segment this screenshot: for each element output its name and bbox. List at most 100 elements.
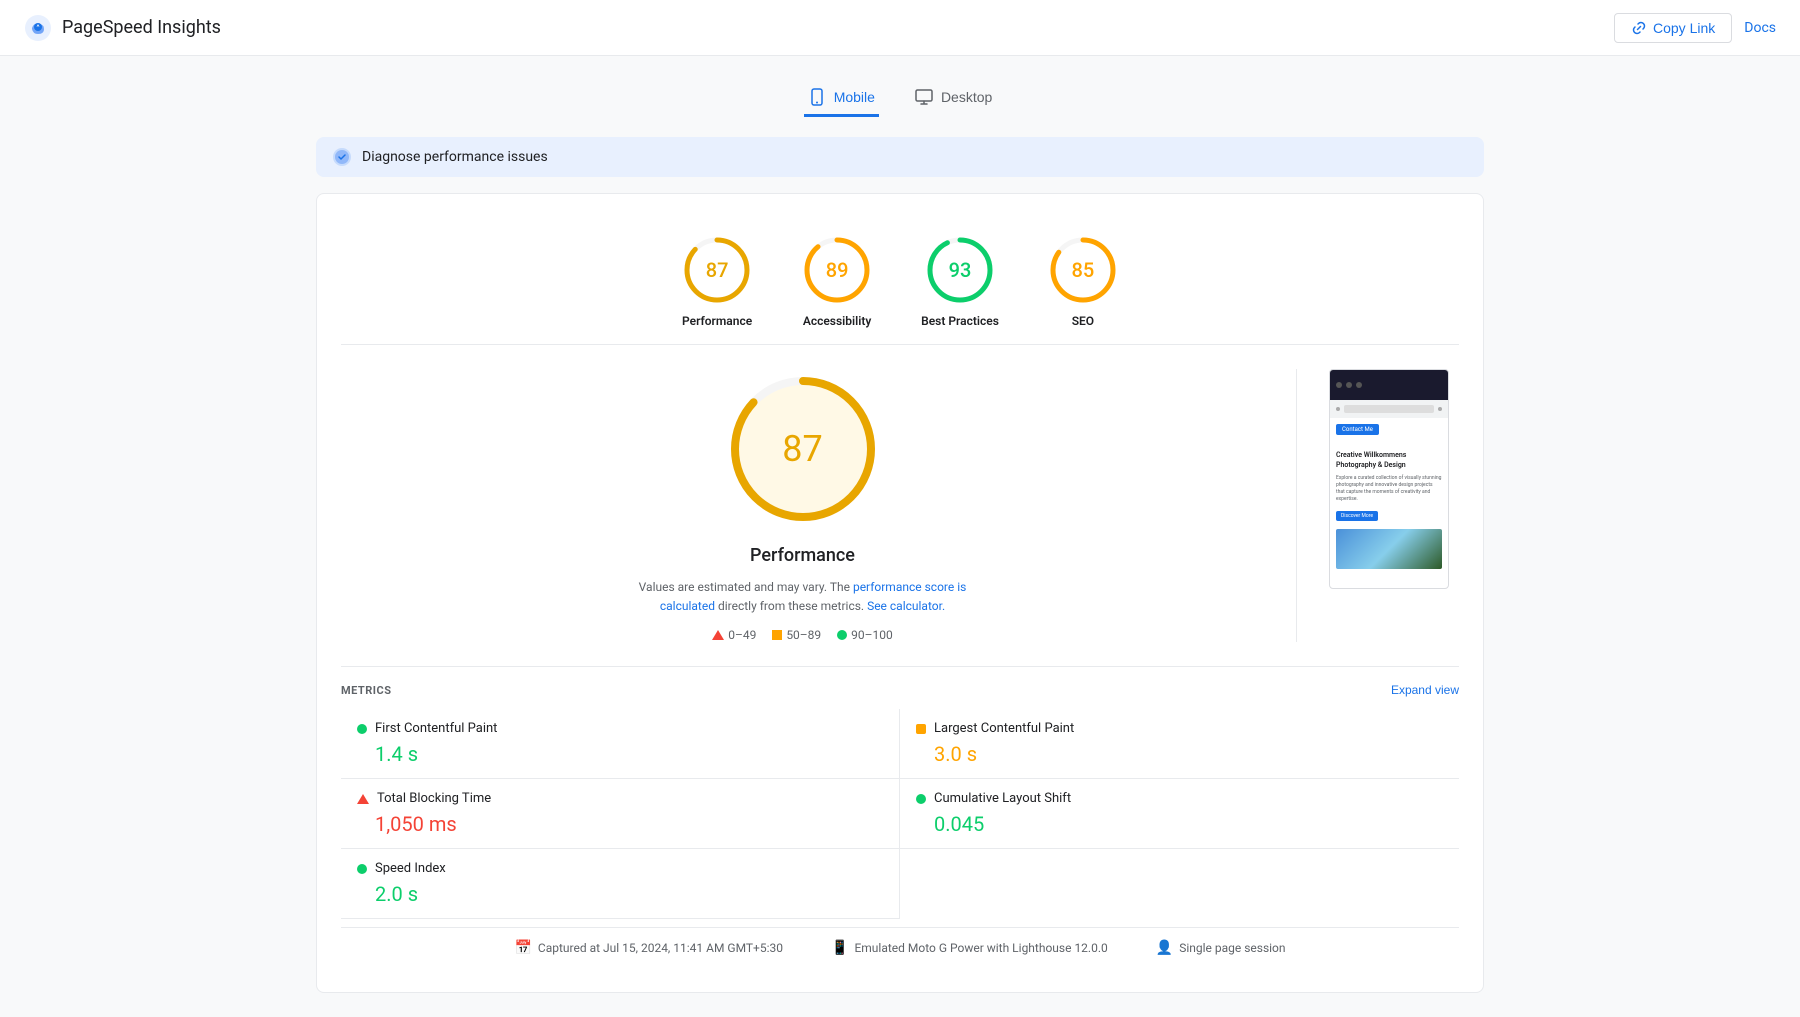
- good-dot-icon: [837, 630, 847, 640]
- emulated-label: Emulated Moto G Power with Lighthouse 12…: [854, 941, 1107, 955]
- main-content: Mobile Desktop Diagnose performance issu…: [300, 56, 1500, 1017]
- metric-si: Speed Index 2.0 s: [341, 849, 900, 919]
- performance-score-value: 87: [706, 258, 729, 282]
- footer-session: 👤 Single page session: [1156, 940, 1286, 956]
- mock-discover-label: Discover More: [1336, 511, 1378, 521]
- metric-tbt-name-row: Total Blocking Time: [357, 791, 883, 806]
- tbt-indicator-triangle: [357, 794, 369, 804]
- desktop-tab-label: Desktop: [941, 89, 992, 105]
- lcp-value: 3.0 s: [916, 742, 1443, 766]
- copy-link-button[interactable]: Copy Link: [1614, 13, 1732, 43]
- mock-page-image: [1336, 529, 1442, 569]
- metrics-title: METRICS: [341, 684, 391, 697]
- performance-detail: 87 Performance Values are estimated and …: [341, 369, 1459, 642]
- performance-description: Values are estimated and may vary. The p…: [613, 578, 993, 616]
- mock-url-bar: [1344, 405, 1434, 413]
- link-icon: [1631, 20, 1647, 36]
- mock-browser-header: [1330, 370, 1448, 400]
- mock-cta-button: Contact Me: [1336, 424, 1379, 435]
- fail-triangle-icon: [712, 630, 724, 640]
- score-legend: 0–49 50–89 90–100: [712, 628, 893, 642]
- seo-score-ring: 85: [1047, 234, 1119, 306]
- lcp-indicator-square: [916, 724, 926, 734]
- legend-good-label: 90–100: [851, 628, 893, 642]
- accessibility-label: Accessibility: [803, 314, 872, 328]
- mock-nav-bar: [1330, 400, 1448, 418]
- legend-fail-label: 0–49: [728, 628, 756, 642]
- accessibility-score-ring: 89: [801, 234, 873, 306]
- average-square-icon: [772, 630, 782, 640]
- device-tabs: Mobile Desktop: [316, 80, 1484, 117]
- metric-fcp: First Contentful Paint 1.4 s: [341, 709, 900, 779]
- seo-label: SEO: [1072, 314, 1094, 328]
- header-actions: Copy Link Docs: [1614, 13, 1776, 43]
- legend-good: 90–100: [837, 628, 893, 642]
- category-seo[interactable]: 85 SEO: [1047, 234, 1119, 328]
- mock-dot-1: [1336, 382, 1342, 388]
- metrics-section: METRICS Expand view First Contentful Pai…: [341, 666, 1459, 919]
- si-value: 2.0 s: [357, 882, 883, 906]
- docs-link[interactable]: Docs: [1744, 20, 1776, 36]
- cls-label: Cumulative Layout Shift: [934, 791, 1071, 806]
- diagnose-text: Diagnose performance issues: [362, 149, 548, 165]
- tab-mobile[interactable]: Mobile: [804, 80, 879, 117]
- page-screenshot: Contact Me Creative WillkommensPhotograp…: [1329, 369, 1449, 589]
- best-practices-score-value: 93: [949, 258, 972, 282]
- cls-indicator-dot: [916, 794, 926, 804]
- legend-average-label: 50–89: [786, 628, 821, 642]
- legend-average: 50–89: [772, 628, 821, 642]
- performance-score-ring: 87: [681, 234, 753, 306]
- footer-emulated: 📱 Emulated Moto G Power with Lighthouse …: [831, 940, 1108, 956]
- score-card: 87 Performance 89 Accessibility: [316, 193, 1484, 993]
- si-indicator-dot: [357, 864, 367, 874]
- mobile-tab-label: Mobile: [834, 89, 875, 105]
- cls-value: 0.045: [916, 812, 1443, 836]
- legend-fail: 0–49: [712, 628, 756, 642]
- category-performance[interactable]: 87 Performance: [681, 234, 753, 328]
- diagnose-banner[interactable]: Diagnose performance issues: [316, 137, 1484, 177]
- metric-fcp-name-row: First Contentful Paint: [357, 721, 883, 736]
- metric-lcp: Largest Contentful Paint 3.0 s: [900, 709, 1459, 779]
- si-label: Speed Index: [375, 861, 446, 876]
- mobile-footer-icon: 📱: [831, 940, 848, 956]
- desktop-icon: [915, 88, 933, 106]
- session-label: Single page session: [1179, 941, 1285, 955]
- desc-text-2: directly from these metrics.: [715, 599, 867, 613]
- footer-captured: 📅 Captured at Jul 15, 2024, 11:41 AM GMT…: [514, 940, 783, 956]
- captured-label: Captured at Jul 15, 2024, 11:41 AM GMT+5…: [538, 941, 783, 955]
- seo-score-value: 85: [1072, 258, 1095, 282]
- tab-desktop[interactable]: Desktop: [911, 80, 996, 117]
- category-accessibility[interactable]: 89 Accessibility: [801, 234, 873, 328]
- desc-text-1: Values are estimated and may vary. The: [639, 580, 853, 594]
- expand-view-button[interactable]: Expand view: [1391, 683, 1459, 697]
- mock-page-subtext: Explore a curated collection of visually…: [1336, 475, 1442, 503]
- footer-bar: 📅 Captured at Jul 15, 2024, 11:41 AM GMT…: [341, 927, 1459, 968]
- pagespeed-logo-icon: [24, 14, 52, 42]
- metrics-header: METRICS Expand view: [341, 683, 1459, 697]
- metric-tbt: Total Blocking Time 1,050 ms: [341, 779, 900, 849]
- tbt-value: 1,050 ms: [357, 812, 883, 836]
- tbt-label: Total Blocking Time: [377, 791, 491, 806]
- diagnose-icon: [332, 147, 352, 167]
- fcp-label: First Contentful Paint: [375, 721, 497, 736]
- mock-page-body: Contact Me Creative WillkommensPhotograp…: [1330, 418, 1448, 575]
- mock-nav-dot-2: [1438, 407, 1442, 411]
- perf-divider: [1296, 369, 1297, 642]
- mock-dot-3: [1356, 382, 1362, 388]
- metrics-grid: First Contentful Paint 1.4 s Largest Con…: [341, 709, 1459, 919]
- mock-nav-dot-1: [1336, 407, 1340, 411]
- screenshot-section: Contact Me Creative WillkommensPhotograp…: [1329, 369, 1459, 589]
- category-scores: 87 Performance 89 Accessibility: [341, 218, 1459, 345]
- calculator-link[interactable]: See calculator.: [867, 599, 945, 613]
- metric-si-name-row: Speed Index: [357, 861, 883, 876]
- metric-cls: Cumulative Layout Shift 0.045: [900, 779, 1459, 849]
- category-best-practices[interactable]: 93 Best Practices: [921, 234, 999, 328]
- mock-dot-2: [1346, 382, 1352, 388]
- mock-spacer: [1336, 439, 1442, 447]
- lcp-label: Largest Contentful Paint: [934, 721, 1074, 736]
- perf-score-section: 87 Performance Values are estimated and …: [341, 369, 1264, 642]
- person-icon: 👤: [1156, 940, 1173, 956]
- calendar-icon: 📅: [514, 940, 531, 956]
- copy-link-label: Copy Link: [1653, 20, 1715, 36]
- mobile-icon: [808, 88, 826, 106]
